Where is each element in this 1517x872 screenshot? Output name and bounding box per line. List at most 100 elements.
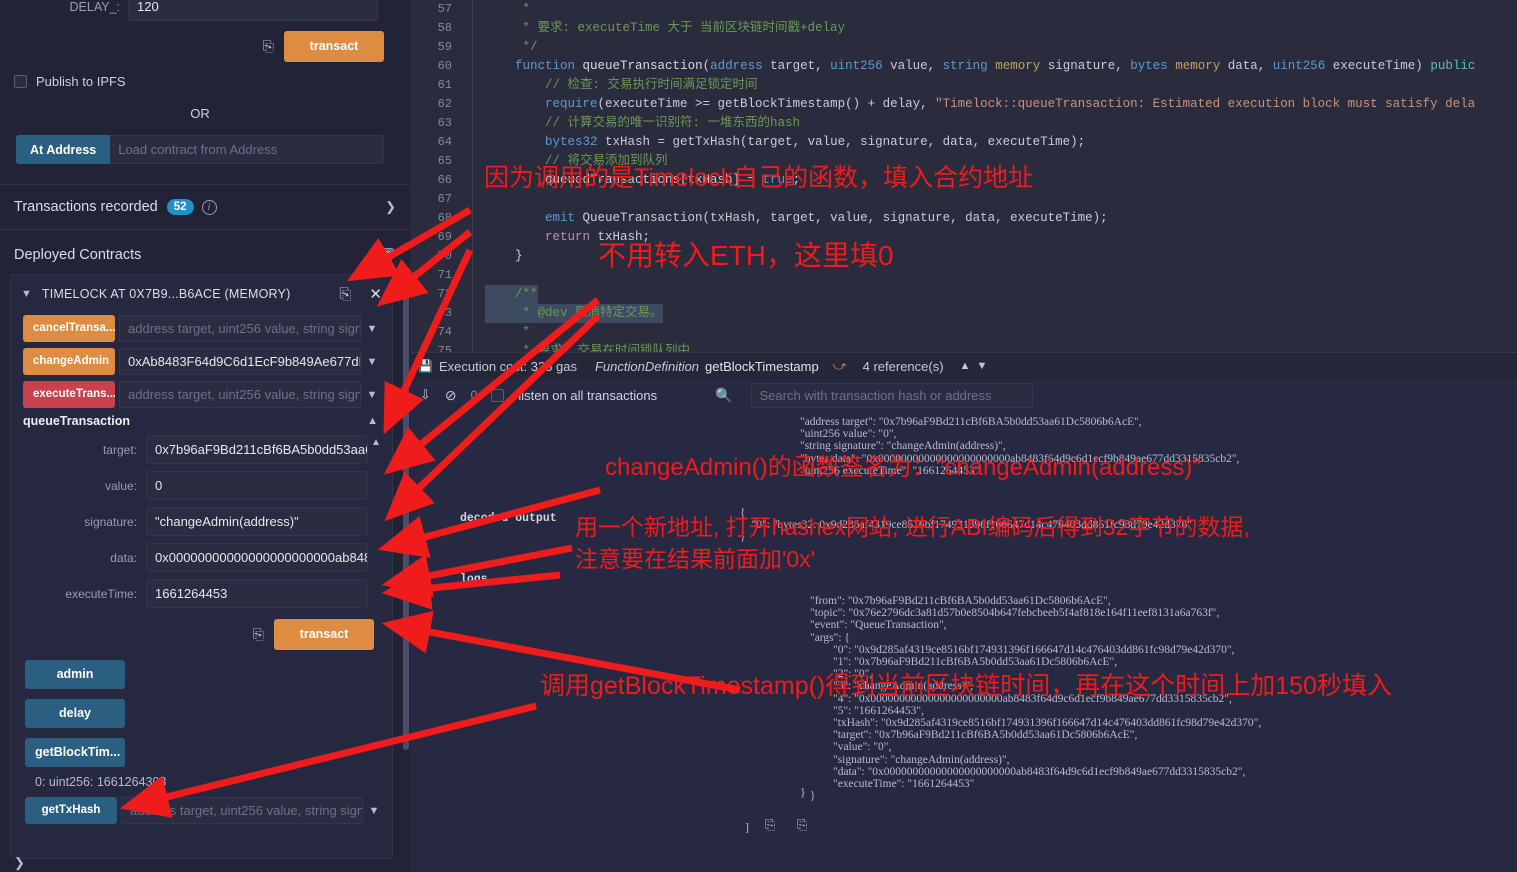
copy-address-icon[interactable]: ⎘	[339, 286, 351, 303]
contract-function-row: getTxHash address target, uint256 value,…	[25, 797, 385, 824]
contract-function-row: changeAdmin 0xAb8483F64d9C6d1EcF9b849Ae6…	[23, 348, 383, 375]
transact-button-deploy[interactable]: transact	[284, 31, 384, 62]
function-input-executeTransaction[interactable]: address target, uint256 value, string si…	[119, 381, 361, 408]
publish-to-ipfs-row[interactable]: Publish to IPFS	[14, 74, 126, 89]
transactions-recorded-section[interactable]: Transactions recorded 52 i ❯	[0, 184, 410, 230]
code-line[interactable]: 74 *	[410, 323, 1517, 342]
logs-json: "from": "0x7b96aF9Bd211cBf6BA5b0dd53aa61…	[810, 595, 1262, 803]
info-icon[interactable]: i	[201, 199, 217, 215]
line-number: 58	[437, 21, 452, 35]
code-line-text: *	[485, 2, 538, 16]
chevron-down-icon[interactable]: ▼	[361, 323, 383, 335]
code-line[interactable]: 59 */	[410, 38, 1517, 57]
param-row-data: data: 0x00000000000000000000000ab848:	[11, 543, 386, 572]
param-input-signature[interactable]: "changeAdmin(address)"	[146, 507, 368, 536]
function-button-executeTransaction[interactable]: executeTrans...	[23, 381, 115, 408]
chevron-right-icon[interactable]: ❯	[385, 199, 396, 215]
terminal-prompt[interactable]: ❯	[14, 855, 25, 871]
code-line[interactable]: 58 * 要求: executeTime 大于 当前区块链时间戳+delay	[410, 19, 1517, 38]
function-input-changeAdmin[interactable]: 0xAb8483F64d9C6d1EcF9b849Ae677dD	[119, 348, 361, 375]
chevron-up-icon[interactable]: ▲	[367, 415, 383, 427]
left-panel-scrollbar[interactable]	[403, 290, 409, 750]
code-line[interactable]: 66 queuedTransactions[txHash] = true;	[410, 171, 1517, 190]
code-editor[interactable]: 57 * 58 * 要求: executeTime 大于 当前区块链时间戳+de…	[410, 0, 1517, 352]
code-line[interactable]: 73 * @dev 取消特定交易。	[410, 304, 1517, 323]
collapse-all-icon[interactable]: ⇩	[420, 387, 431, 403]
transactions-recorded-label: Transactions recorded	[14, 199, 158, 215]
line-number: 70	[437, 249, 452, 263]
contract-card-header[interactable]: ▼ TIMELOCK AT 0X7B9...B6ACE (MEMORY) ⎘ ✕	[11, 279, 392, 309]
code-line[interactable]: 62 require(executeTime >= getBlockTimest…	[410, 95, 1517, 114]
chevron-up-icon[interactable]: ▲	[960, 360, 971, 372]
code-line[interactable]: 72 /**	[410, 285, 1517, 304]
param-input-data[interactable]: 0x00000000000000000000000ab848:	[146, 543, 368, 572]
terminal-search-input[interactable]: Search with transaction hash or address	[750, 382, 1033, 408]
publish-ipfs-checkbox[interactable]	[14, 75, 27, 88]
line-number: 63	[437, 116, 452, 130]
function-button-getTxHash[interactable]: getTxHash	[25, 797, 117, 824]
function-input-cancelTransaction[interactable]: address target, uint256 value, string si…	[119, 315, 361, 342]
code-line[interactable]: 61 // 检查: 交易执行时间满足锁定时间	[410, 76, 1517, 95]
chevron-down-icon[interactable]: ▼	[363, 805, 385, 817]
code-line[interactable]: 64 bytes32 txHash = getTxHash(target, va…	[410, 133, 1517, 152]
copy-icon[interactable]: ⎘	[253, 626, 264, 643]
remix-terminal: ⇩ ⊘ 0 listen on all transactions 🔍 Searc…	[410, 379, 1517, 872]
param-input-target[interactable]: 0x7b96aF9Bd211cBf6BA5b0dd53aa61D	[146, 435, 368, 464]
code-line-text: return txHash;	[545, 230, 651, 244]
queue-transaction-header[interactable]: queueTransaction ▲	[23, 414, 383, 428]
deploy-run-panel: DELAY_: 120 ⎘ transact Publish to IPFS O…	[0, 0, 410, 872]
chevron-down-icon[interactable]: ▼	[21, 288, 32, 300]
code-line[interactable]: 65 // 将交易添加到队列	[410, 152, 1517, 171]
function-button-admin[interactable]: admin	[25, 660, 125, 689]
decoded-output-json: { "0": "bytes32: 0x9d285af4319ce8516bf17…	[740, 507, 1192, 544]
goto-reference-icon[interactable]: ⤻	[833, 358, 847, 374]
chevron-down-icon[interactable]: ▼	[976, 360, 987, 372]
publish-ipfs-label: Publish to IPFS	[36, 74, 126, 89]
code-line[interactable]: 75 * 要求: 交易在时间锁队列中	[410, 342, 1517, 352]
code-line[interactable]: 60 function queueTransaction(address tar…	[410, 57, 1517, 76]
line-number: 73	[437, 306, 452, 320]
function-input-getTxHash[interactable]: address target, uint256 value, string si…	[121, 797, 363, 824]
listen-all-transactions-checkbox[interactable]	[491, 388, 505, 402]
function-button-cancelTransaction[interactable]: cancelTransa...	[23, 315, 115, 342]
at-address-input[interactable]: Load contract from Address	[110, 135, 384, 164]
code-line[interactable]: 68 emit QueueTransaction(txHash, target,…	[410, 209, 1517, 228]
code-line-text: queuedTransactions[txHash] = true;	[485, 173, 801, 187]
terminal-toolbar: ⇩ ⊘ 0 listen on all transactions 🔍 Searc…	[410, 379, 1517, 411]
chevron-down-icon[interactable]: ▼	[361, 389, 383, 401]
code-line[interactable]: 67	[410, 190, 1517, 209]
copy-raw-logs-icon[interactable]: ⎘	[797, 817, 807, 833]
line-number: 74	[437, 325, 452, 339]
copy-icon[interactable]: ⎘	[263, 38, 274, 55]
transact-button-queue[interactable]: transact	[274, 619, 374, 650]
code-line[interactable]: 71	[410, 266, 1517, 285]
code-line[interactable]: 63 // 计算交易的唯一识别符: 一堆东西的hash	[410, 114, 1517, 133]
line-number: 65	[437, 154, 452, 168]
contract-title: TIMELOCK AT 0X7B9...B6ACE (MEMORY)	[41, 287, 291, 301]
at-address-row: At Address Load contract from Address	[16, 135, 384, 164]
code-line[interactable]: 57 *	[410, 0, 1517, 19]
param-input-value[interactable]: 0	[146, 471, 368, 500]
editor-status-bar: 💾 Execution cost: 336 gas FunctionDefini…	[410, 352, 1517, 379]
code-line[interactable]: 70 }	[410, 247, 1517, 266]
close-icon[interactable]: ✕	[369, 285, 382, 303]
at-address-button[interactable]: At Address	[16, 135, 111, 164]
param-row-executeTime: executeTime: 1661264453	[11, 579, 386, 608]
line-number: 57	[437, 2, 452, 16]
code-line[interactable]: 69 return txHash;	[410, 228, 1517, 247]
function-button-getBlockTimestamp[interactable]: getBlockTim...	[25, 738, 125, 767]
reference-count-label[interactable]: 4 reference(s)	[863, 359, 944, 374]
chevron-up-icon[interactable]: ▲	[371, 437, 381, 448]
code-line-text: }	[485, 249, 523, 263]
trash-icon[interactable]: 🗑	[379, 247, 396, 263]
chevron-down-icon[interactable]: ▼	[361, 356, 383, 368]
delay-input[interactable]: 120	[128, 0, 378, 21]
function-definition-name: getBlockTimestamp	[705, 358, 819, 374]
function-button-delay[interactable]: delay	[25, 699, 125, 728]
listen-all-transactions-label: listen on all transactions	[518, 387, 658, 403]
queue-transact-row: ⎘ transact	[11, 619, 374, 650]
clear-console-icon[interactable]: ⊘	[445, 387, 457, 404]
copy-logs-icon[interactable]: ⎘	[765, 817, 775, 833]
param-input-executeTime[interactable]: 1661264453	[146, 579, 368, 608]
function-button-changeAdmin[interactable]: changeAdmin	[23, 348, 115, 375]
